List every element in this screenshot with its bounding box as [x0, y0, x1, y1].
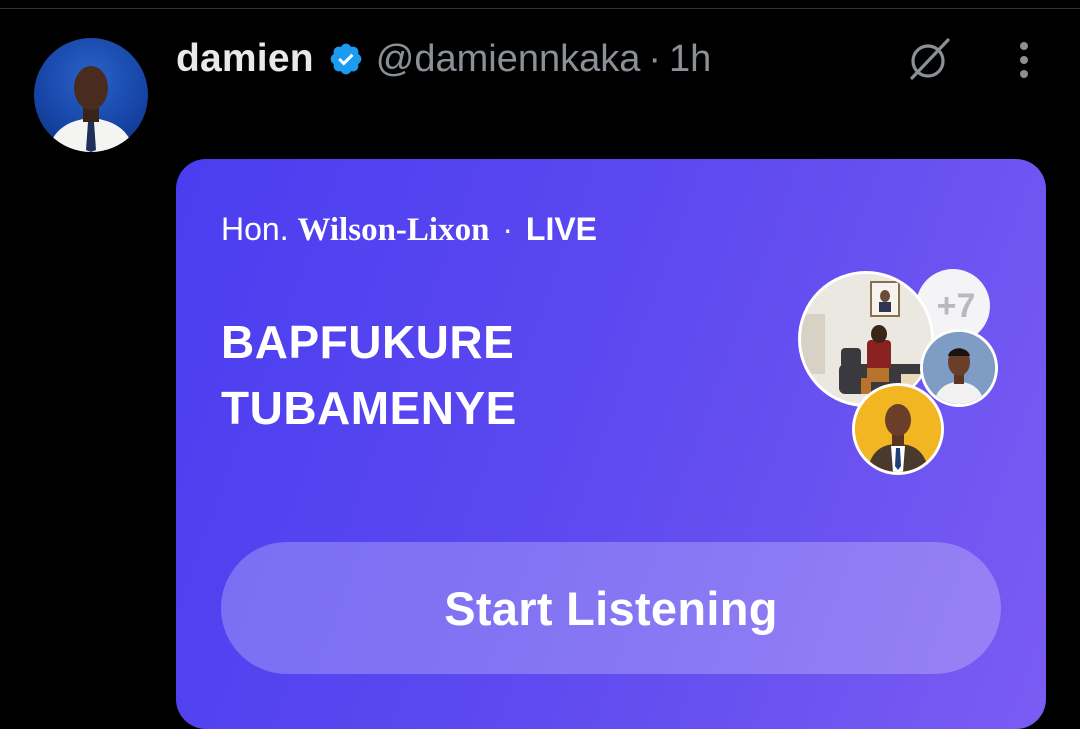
- author-display-name[interactable]: damien: [176, 37, 314, 81]
- space-title-line-1: BAPFUKURE: [221, 316, 515, 368]
- live-status: LIVE: [525, 211, 598, 247]
- post-header: damien @damiennkaka · 1h: [176, 32, 711, 86]
- listener-avatar-third: [852, 383, 944, 475]
- verified-badge-icon[interactable]: [328, 41, 364, 77]
- post-time[interactable]: 1h: [669, 38, 711, 81]
- start-listening-button[interactable]: Start Listening: [221, 542, 1001, 674]
- space-title: BAPFUKURE TUBAMENYE: [221, 309, 741, 441]
- host-name: Wilson-Lixon: [297, 212, 490, 248]
- separator-dot: ·: [648, 37, 662, 80]
- space-title-line-2: TUBAMENYE: [221, 382, 517, 434]
- listener-avatar-second: [920, 329, 998, 407]
- top-divider: [0, 8, 1080, 9]
- grok-icon[interactable]: [904, 34, 954, 84]
- host-prefix: Hon.: [221, 211, 289, 247]
- avatar[interactable]: [34, 38, 148, 152]
- space-host-line: Hon. Wilson-Lixon · LIVE: [221, 211, 597, 249]
- more-vertical-icon[interactable]: [1004, 38, 1044, 82]
- host-separator: ·: [502, 211, 513, 247]
- space-card[interactable]: Hon. Wilson-Lixon · LIVE BAPFUKURE TUBAM…: [176, 159, 1046, 729]
- author-handle[interactable]: @damiennkaka: [376, 38, 641, 81]
